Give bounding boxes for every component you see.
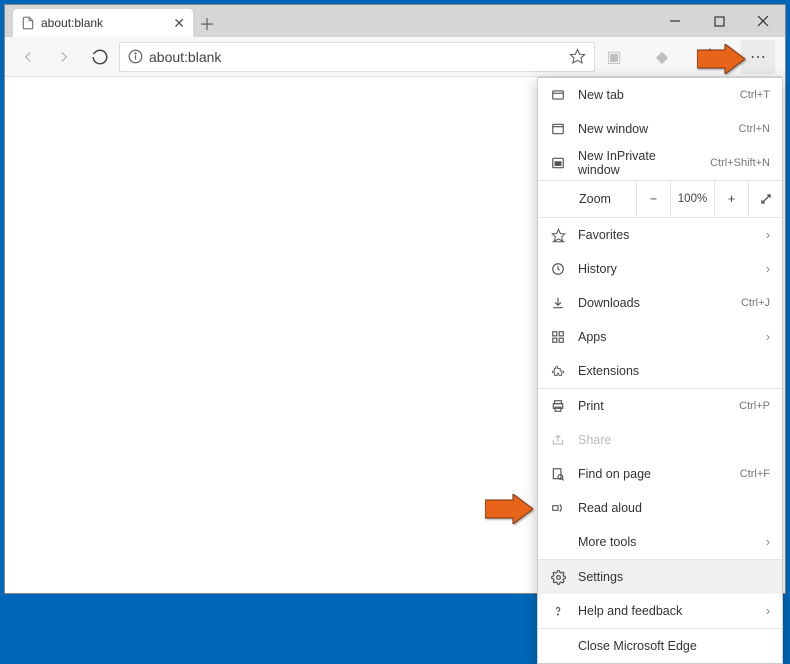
menu-new-tab[interactable]: New tab Ctrl+T xyxy=(538,78,782,112)
menu-item-label: Extensions xyxy=(578,364,770,378)
browser-window: about:blank ✕ ＋ about:blank ▣ ◆ ⋯ xyxy=(4,4,786,594)
menu-read-aloud[interactable]: Read aloud xyxy=(538,491,782,525)
menu-close-edge[interactable]: Close Microsoft Edge xyxy=(538,629,782,663)
menu-help[interactable]: Help and feedback › xyxy=(538,594,782,628)
menu-item-shortcut: Ctrl+P xyxy=(739,400,770,412)
menu-item-label: Downloads xyxy=(578,296,729,310)
zoom-label: Zoom xyxy=(538,192,636,206)
blank-icon xyxy=(550,638,566,654)
menu-new-inprivate[interactable]: New InPrivate window Ctrl+Shift+N xyxy=(538,146,782,180)
window-controls xyxy=(653,5,785,37)
menu-item-label: Help and feedback xyxy=(578,604,748,618)
favorites-icon xyxy=(550,227,566,243)
menu-item-label: Settings xyxy=(578,570,770,584)
menu-apps[interactable]: Apps › xyxy=(538,320,782,354)
tab-title: about:blank xyxy=(41,16,103,30)
menu-item-label: Find on page xyxy=(578,467,728,481)
favorite-star-icon[interactable] xyxy=(569,48,586,65)
menu-downloads[interactable]: Downloads Ctrl+J xyxy=(538,286,782,320)
menu-item-label: Favorites xyxy=(578,228,748,242)
menu-find-on-page[interactable]: Find on page Ctrl+F xyxy=(538,457,782,491)
menu-item-label: New InPrivate window xyxy=(578,149,698,177)
menu-item-label: New window xyxy=(578,122,727,136)
back-button[interactable] xyxy=(11,40,45,74)
page-icon xyxy=(21,16,35,30)
page-viewport: New tab Ctrl+T New window Ctrl+N New InP… xyxy=(5,77,785,593)
zoom-out-button[interactable]: − xyxy=(636,181,670,217)
menu-item-label: Apps xyxy=(578,330,748,344)
refresh-button[interactable] xyxy=(83,40,117,74)
menu-item-shortcut: Ctrl+N xyxy=(739,123,770,135)
find-icon xyxy=(550,466,566,482)
menu-item-shortcut: Ctrl+T xyxy=(740,89,770,101)
menu-item-label: New tab xyxy=(578,88,728,102)
apps-icon xyxy=(550,329,566,345)
maximize-button[interactable] xyxy=(697,5,741,37)
menu-more-tools[interactable]: More tools › xyxy=(538,525,782,559)
titlebar: about:blank ✕ ＋ xyxy=(5,5,785,37)
toolbar-right: ▣ ◆ ⋯ xyxy=(597,40,779,74)
chevron-right-icon: › xyxy=(760,535,770,549)
downloads-icon xyxy=(550,295,566,311)
history-icon xyxy=(550,261,566,277)
extension-icon-1[interactable]: ▣ xyxy=(597,40,631,74)
inprivate-icon xyxy=(550,155,566,171)
share-icon xyxy=(550,432,566,448)
browser-tab[interactable]: about:blank ✕ xyxy=(13,9,193,37)
new-tab-icon xyxy=(550,87,566,103)
favorites-bar-icon[interactable] xyxy=(693,40,727,74)
menu-item-shortcut: Ctrl+J xyxy=(741,297,770,309)
read-aloud-icon xyxy=(550,500,566,516)
menu-item-label: History xyxy=(578,262,748,276)
menu-print[interactable]: Print Ctrl+P xyxy=(538,389,782,423)
new-window-icon xyxy=(550,121,566,137)
help-icon xyxy=(550,603,566,619)
chevron-right-icon: › xyxy=(760,330,770,344)
address-bar[interactable]: about:blank xyxy=(119,42,595,72)
menu-extensions[interactable]: Extensions xyxy=(538,354,782,388)
menu-item-label: More tools xyxy=(578,535,748,549)
menu-zoom: Zoom − 100% + xyxy=(538,180,782,218)
site-info-icon[interactable] xyxy=(128,49,143,64)
fullscreen-button[interactable] xyxy=(748,181,782,217)
menu-settings[interactable]: Settings xyxy=(538,560,782,594)
settings-gear-icon xyxy=(550,569,566,585)
forward-button[interactable] xyxy=(47,40,81,74)
zoom-in-button[interactable]: + xyxy=(714,181,748,217)
menu-item-label: Close Microsoft Edge xyxy=(578,639,770,653)
new-tab-button[interactable]: ＋ xyxy=(193,9,221,37)
menu-item-shortcut: Ctrl+Shift+N xyxy=(710,157,770,169)
menu-favorites[interactable]: Favorites › xyxy=(538,218,782,252)
blank-icon xyxy=(550,534,566,550)
menu-item-shortcut: Ctrl+F xyxy=(740,468,770,480)
menu-share: Share xyxy=(538,423,782,457)
tab-close-icon[interactable]: ✕ xyxy=(173,15,185,32)
address-url: about:blank xyxy=(149,49,563,65)
extension-icon-2[interactable]: ◆ xyxy=(645,40,679,74)
minimize-button[interactable] xyxy=(653,5,697,37)
menu-history[interactable]: History › xyxy=(538,252,782,286)
print-icon xyxy=(550,398,566,414)
chevron-right-icon: › xyxy=(760,604,770,618)
toolbar: about:blank ▣ ◆ ⋯ xyxy=(5,37,785,77)
menu-item-label: Read aloud xyxy=(578,501,770,515)
zoom-value: 100% xyxy=(670,181,714,217)
menu-item-label: Share xyxy=(578,433,770,447)
more-menu-button[interactable]: ⋯ xyxy=(741,40,775,74)
more-menu: New tab Ctrl+T New window Ctrl+N New InP… xyxy=(537,77,783,664)
chevron-right-icon: › xyxy=(760,228,770,242)
menu-item-label: Print xyxy=(578,399,727,413)
extensions-icon xyxy=(550,363,566,379)
chevron-right-icon: › xyxy=(760,262,770,276)
menu-new-window[interactable]: New window Ctrl+N xyxy=(538,112,782,146)
close-window-button[interactable] xyxy=(741,5,785,37)
